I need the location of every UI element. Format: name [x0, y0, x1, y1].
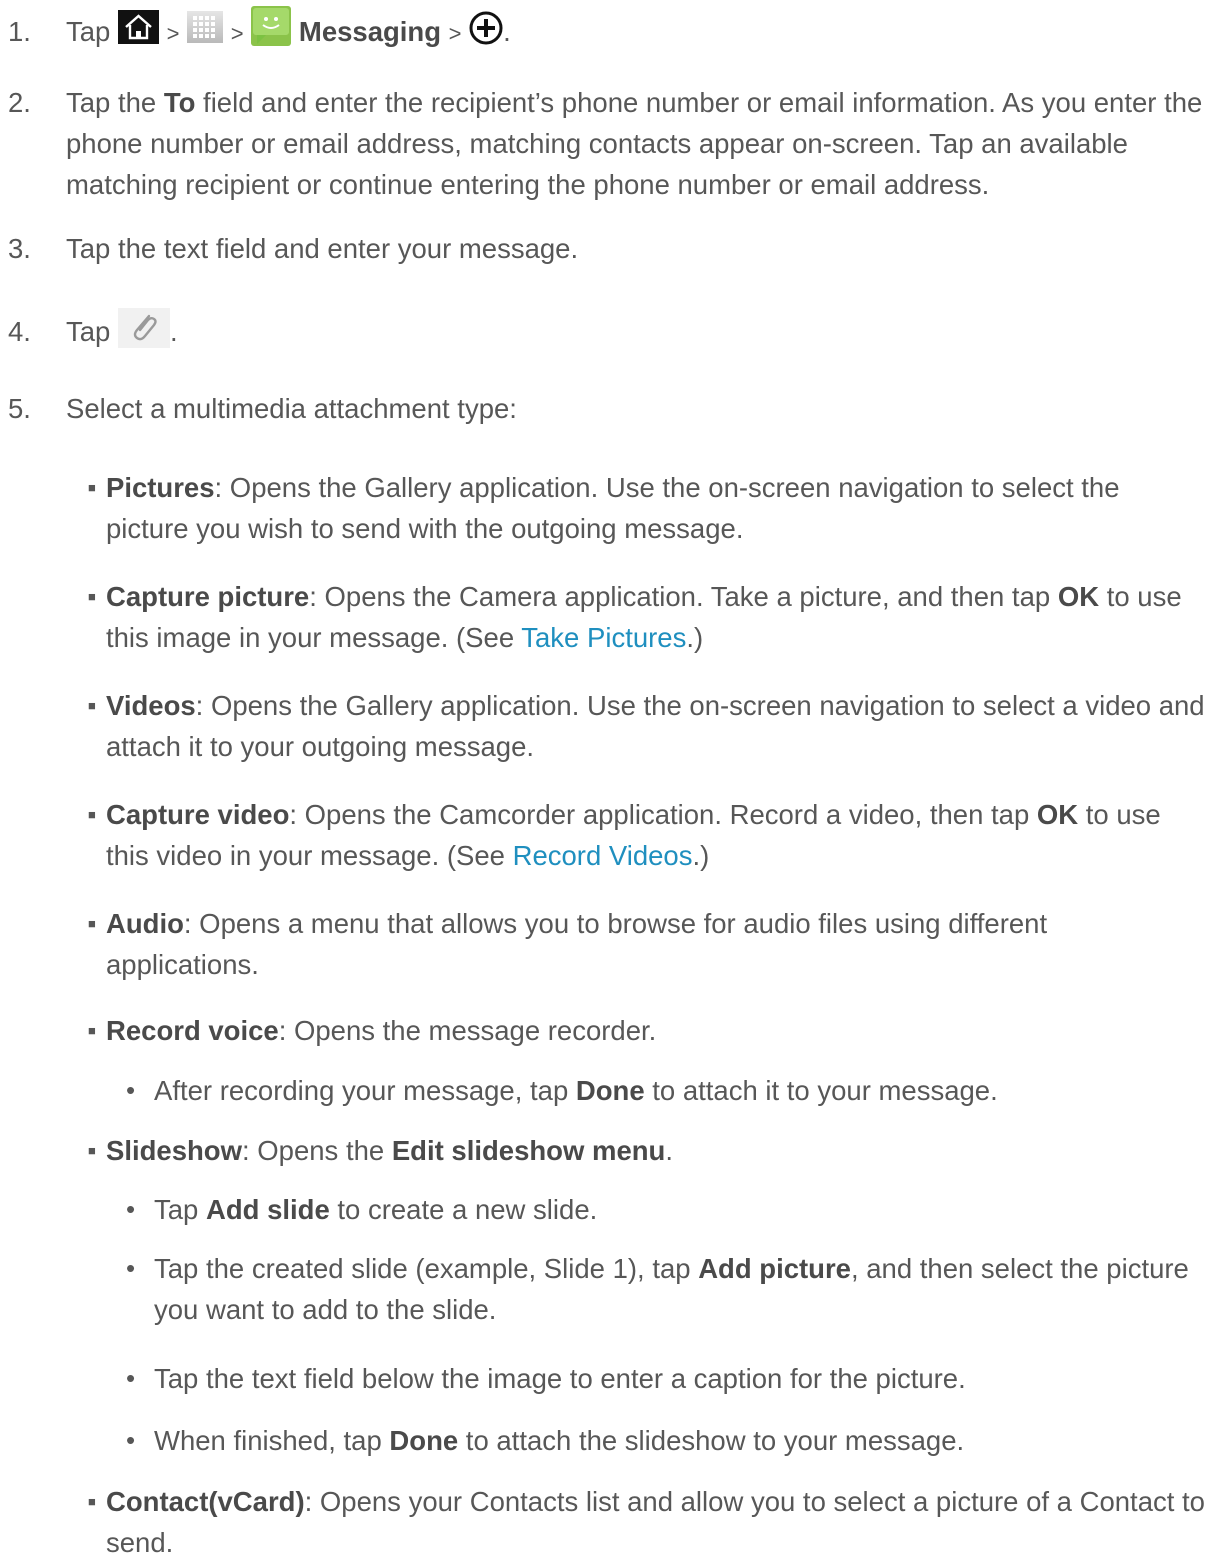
- messaging-icon: [251, 5, 292, 46]
- list-item-capture-video: Capture video: Opens the Camcorder appli…: [106, 794, 1206, 876]
- square-bullet-icon: ■: [88, 480, 96, 495]
- done-label: Done: [389, 1425, 459, 1456]
- item-text: : Opens a menu that allows you to browse…: [106, 908, 1048, 980]
- list-item-pictures: Pictures: Opens the Gallery application.…: [106, 467, 1206, 549]
- list-item-capture-picture: Capture picture: Opens the Camera applic…: [106, 576, 1206, 658]
- sub-item-add-picture: Tap the created slide (example, Slide 1)…: [154, 1248, 1204, 1330]
- text-run: After recording your message, tap: [154, 1075, 576, 1106]
- apps-icon: [187, 10, 224, 43]
- sub-item-add-slide: Tap Add slide to create a new slide.: [154, 1189, 1204, 1230]
- text-run: Tap the text field below the image to en…: [154, 1363, 966, 1394]
- item-text: .): [692, 840, 710, 871]
- separator: >: [448, 21, 462, 46]
- text-run: to attach the slideshow to your message.: [458, 1425, 965, 1456]
- item-text: : Opens the Gallery application. Use the…: [106, 472, 1120, 544]
- square-bullet-icon: ■: [88, 589, 96, 604]
- messaging-label: Messaging: [298, 16, 442, 47]
- sub-item-finished: When finished, tap Done to attach the sl…: [154, 1420, 1204, 1461]
- item-title: Capture video: [106, 799, 290, 830]
- take-pictures-link[interactable]: Take Pictures: [521, 622, 686, 653]
- item-text: .): [686, 622, 704, 653]
- square-bullet-icon: ■: [88, 1494, 96, 1509]
- square-bullet-icon: ■: [88, 1023, 96, 1038]
- done-label: Done: [575, 1075, 645, 1106]
- paperclip-icon: [117, 307, 170, 348]
- home-icon: [117, 9, 159, 44]
- text-run: to create a new slide.: [329, 1194, 598, 1225]
- dot-bullet-icon: •: [126, 1194, 136, 1224]
- dot-bullet-icon: •: [126, 1253, 136, 1283]
- edit-slideshow-menu-label: Edit slideshow menu: [391, 1135, 666, 1166]
- sub-item-caption: Tap the text field below the image to en…: [154, 1358, 1204, 1399]
- step-text: Tap: [66, 316, 111, 347]
- step-text: Tap the To field and enter the recipient…: [66, 82, 1211, 205]
- item-title: Videos: [106, 690, 196, 721]
- item-title: Slideshow: [106, 1135, 242, 1166]
- square-bullet-icon: ■: [88, 1143, 96, 1158]
- item-text: : Opens the: [242, 1135, 392, 1166]
- text-run: field and enter the recipient’s phone nu…: [66, 87, 1203, 200]
- item-text: .: [665, 1135, 673, 1166]
- item-text: : Opens the Camcorder application. Recor…: [289, 799, 1037, 830]
- step-number: 3.: [8, 233, 31, 264]
- step-number: 2.: [8, 87, 31, 118]
- step-text: Tap: [66, 16, 111, 47]
- step-text: Select a multimedia attachment type:: [66, 393, 517, 424]
- list-item-slideshow: Slideshow: Opens the Edit slideshow menu…: [106, 1130, 1206, 1171]
- ok-label: OK: [1036, 799, 1079, 830]
- step-text: Tap the text field and enter your messag…: [66, 233, 579, 264]
- sub-item-record-voice-done: After recording your message, tap Done t…: [154, 1070, 1204, 1111]
- dot-bullet-icon: •: [126, 1425, 136, 1455]
- step-number: 5.: [8, 393, 31, 424]
- step-number: 1.: [8, 16, 31, 47]
- square-bullet-icon: ■: [88, 807, 96, 822]
- period: .: [503, 16, 511, 47]
- separator: >: [166, 21, 180, 46]
- item-text: : Opens the Gallery application. Use the…: [106, 690, 1205, 762]
- text-run: Tap the: [66, 87, 164, 118]
- to-field-label: To: [163, 87, 196, 118]
- item-text: : Opens the Camera application. Take a p…: [309, 581, 1058, 612]
- square-bullet-icon: ■: [88, 916, 96, 931]
- ok-label: OK: [1057, 581, 1100, 612]
- square-bullet-icon: ■: [88, 698, 96, 713]
- text-run: When finished, tap: [154, 1425, 390, 1456]
- period: .: [169, 316, 178, 347]
- step-number: 4.: [8, 316, 31, 347]
- item-title: Pictures: [106, 472, 215, 503]
- add-slide-label: Add slide: [205, 1194, 330, 1225]
- item-title: Record voice: [106, 1015, 279, 1046]
- new-message-plus-icon: [469, 11, 503, 45]
- separator: >: [230, 21, 244, 46]
- item-title: Audio: [106, 908, 184, 939]
- dot-bullet-icon: •: [126, 1363, 136, 1393]
- item-text: : Opens the message recorder.: [278, 1015, 657, 1046]
- add-picture-label: Add picture: [698, 1253, 851, 1284]
- item-title: Capture picture: [106, 581, 310, 612]
- text-run: to attach it to your message.: [644, 1075, 998, 1106]
- list-item-videos: Videos: Opens the Gallery application. U…: [106, 685, 1206, 767]
- list-item-contact-vcard: Contact(vCard): Opens your Contacts list…: [106, 1481, 1206, 1563]
- item-title: Contact(vCard): [106, 1486, 305, 1517]
- text-run: Tap the created slide (example, Slide 1)…: [154, 1253, 699, 1284]
- text-run: Tap: [154, 1194, 206, 1225]
- list-item-record-voice: Record voice: Opens the message recorder…: [106, 1010, 1206, 1051]
- list-item-audio: Audio: Opens a menu that allows you to b…: [106, 903, 1206, 985]
- record-videos-link[interactable]: Record Videos: [513, 840, 693, 871]
- dot-bullet-icon: •: [126, 1075, 136, 1105]
